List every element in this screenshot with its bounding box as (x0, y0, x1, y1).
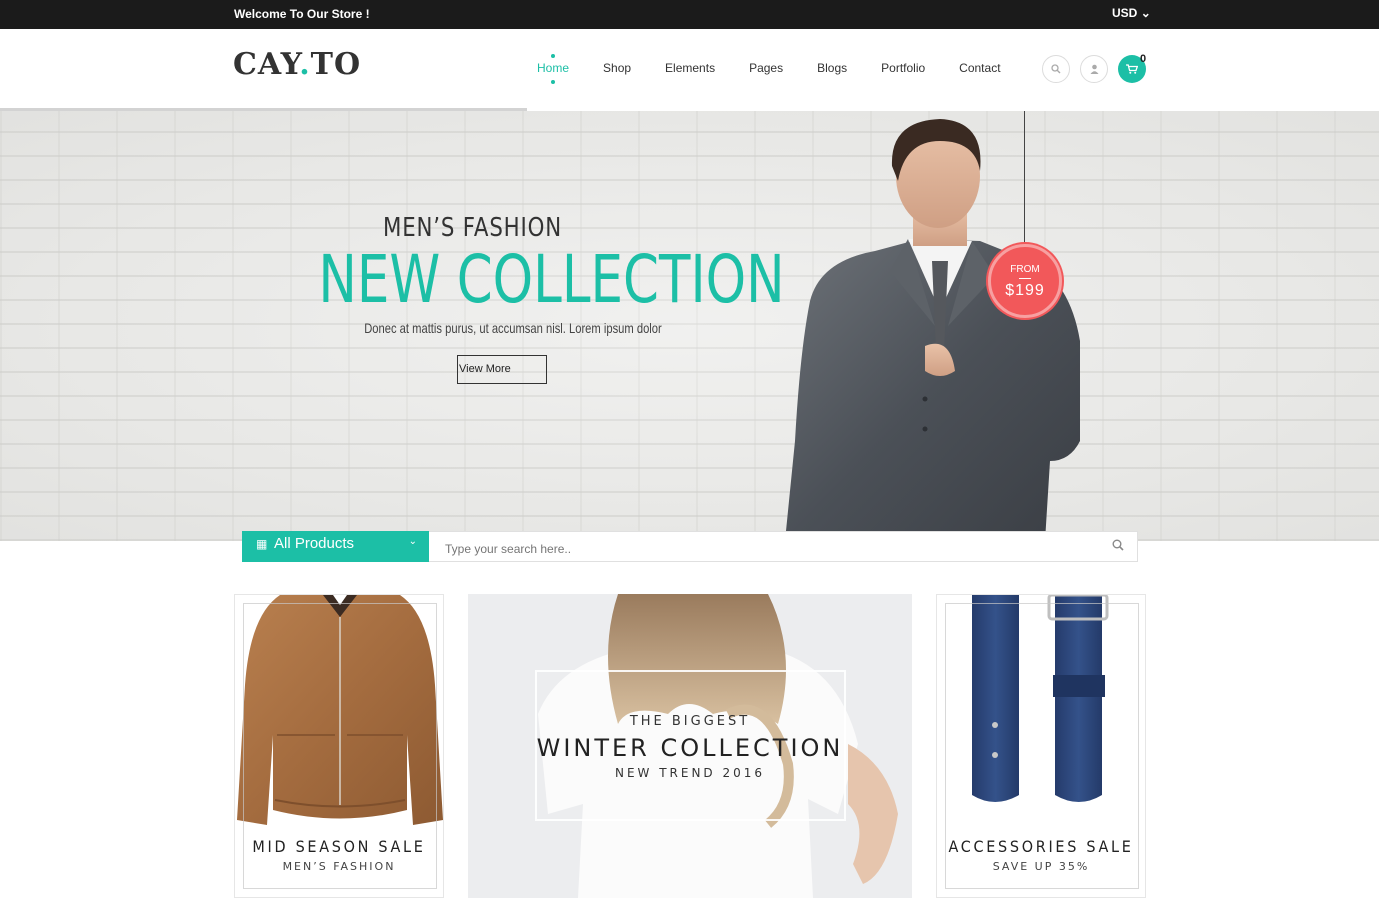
banner-left-subtitle: MEN’S FASHION (282, 860, 396, 873)
nav-item-pages[interactable]: Pages (732, 61, 800, 75)
banner-center-subtitle: NEW TREND 2016 (614, 766, 766, 780)
product-search-bar: ▦ All Products ⌄ (242, 531, 1138, 562)
nav-item-contact[interactable]: Contact (942, 61, 1017, 75)
logo-tail: TO (310, 47, 362, 82)
price-tag-price: $199 (1005, 282, 1045, 299)
search-input[interactable] (429, 531, 1138, 562)
banner-right-title: ACCESSORIES SALE (948, 837, 1134, 856)
price-tag-string (1024, 111, 1025, 245)
currency-selector[interactable]: USD ⌄ (1112, 6, 1151, 20)
site-header: CAY.TO Home Shop Elements Pages Blogs Po… (0, 29, 1379, 109)
nav-item-blogs[interactable]: Blogs (800, 61, 864, 75)
currency-label: USD (1112, 6, 1138, 20)
welcome-text: Welcome To Our Store ! (234, 7, 370, 21)
category-select[interactable]: ▦ All Products ⌄ (242, 531, 429, 562)
user-icon (1090, 64, 1098, 74)
chevron-down-icon: ⌄ (1140, 6, 1151, 20)
nav-item-elements[interactable]: Elements (648, 61, 732, 75)
brick-wall-background (0, 111, 1379, 541)
hero-title: NEW COLLECTION (318, 241, 785, 318)
hero-description: Donec at mattis purus, ut accumsan nisl.… (364, 320, 662, 336)
price-tag-divider (1019, 278, 1031, 279)
banner-accessories-sale[interactable]: ACCESSORIES SALE SAVE UP 35% (936, 594, 1146, 898)
category-label: All Products (274, 535, 355, 552)
banner-center-eyebrow: THE BIGGEST (629, 714, 751, 729)
header-search-button[interactable] (1042, 55, 1070, 83)
top-bar: Welcome To Our Store ! USD ⌄ (0, 0, 1379, 29)
nav-item-portfolio[interactable]: Portfolio (864, 61, 942, 75)
banner-left-title: MID SEASON SALE (252, 837, 426, 856)
banner-center-title: WINTER COLLECTION (536, 734, 844, 762)
header-account-button[interactable] (1080, 55, 1108, 83)
main-nav: Home Shop Elements Pages Blogs Portfolio… (520, 54, 1018, 84)
nav-item-shop[interactable]: Shop (586, 61, 648, 75)
search-icon[interactable] (1112, 539, 1124, 554)
price-tag-badge: FROM $199 (988, 244, 1062, 318)
banner-winter-collection[interactable]: THE BIGGEST WINTER COLLECTION NEW TREND … (468, 594, 912, 898)
model-man-suit-image (785, 119, 1080, 541)
banner-right-subtitle: SAVE UP 35% (992, 860, 1090, 873)
logo-main: CAY (233, 47, 300, 82)
chevron-down-icon: ⌄ (408, 536, 417, 547)
banner-mid-season-sale[interactable]: MID SEASON SALE MEN’S FASHION (234, 594, 444, 898)
search-icon (1051, 64, 1061, 74)
view-more-button[interactable]: View More (457, 355, 547, 384)
cart-icon (1126, 64, 1138, 74)
hero-subtitle: MEN’S FASHION (382, 213, 563, 243)
hero-slider[interactable]: MEN’S FASHION NEW COLLECTION Donec at ma… (0, 111, 1379, 541)
logo[interactable]: CAY.TO (233, 47, 361, 82)
grid-icon: ▦ (256, 537, 268, 551)
nav-item-home[interactable]: Home (520, 54, 586, 84)
cart-count-badge: 0 (1140, 53, 1147, 65)
price-tag-from: FROM (1010, 264, 1040, 275)
logo-dot: . (299, 47, 311, 82)
